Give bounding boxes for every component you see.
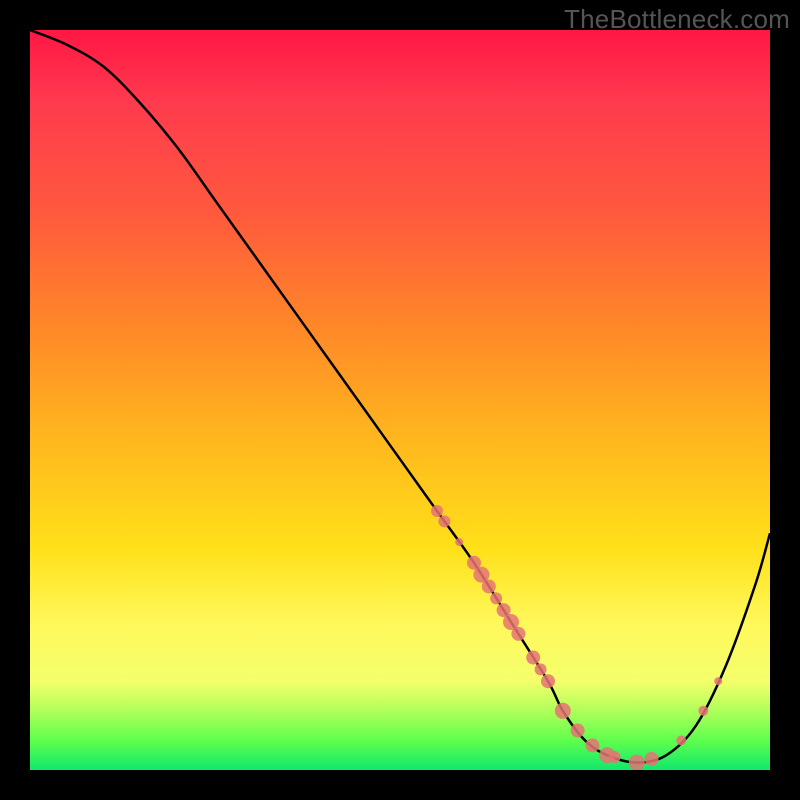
- curve-svg: [30, 30, 770, 770]
- plot-area: [30, 30, 770, 770]
- highlight-point: [526, 651, 540, 665]
- highlight-point: [571, 724, 585, 738]
- chart-container: TheBottleneck.com: [0, 0, 800, 800]
- highlight-point: [585, 738, 599, 752]
- highlight-points-group: [431, 505, 722, 770]
- highlight-point: [490, 592, 502, 604]
- highlight-point: [541, 674, 555, 688]
- highlight-point: [482, 579, 496, 593]
- highlight-point: [609, 751, 621, 763]
- highlight-point: [555, 703, 571, 719]
- highlight-point: [629, 755, 645, 770]
- highlight-point: [645, 752, 659, 766]
- highlight-point: [535, 663, 547, 675]
- highlight-point: [431, 505, 443, 517]
- bottleneck-curve: [30, 30, 770, 763]
- highlight-point: [714, 677, 722, 685]
- highlight-point: [455, 538, 463, 546]
- watermark-text: TheBottleneck.com: [564, 4, 790, 35]
- highlight-point: [438, 515, 450, 527]
- highlight-point: [698, 706, 708, 716]
- highlight-point: [676, 735, 686, 745]
- highlight-point: [511, 627, 525, 641]
